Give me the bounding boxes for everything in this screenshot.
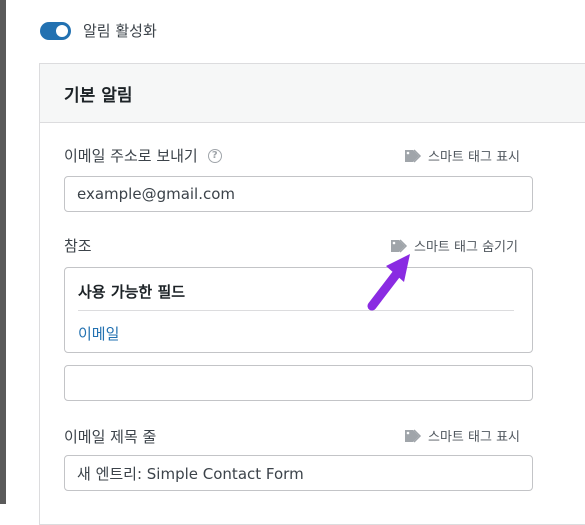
notifications-toggle[interactable] bbox=[40, 21, 71, 40]
show-smart-tags-link[interactable]: 스마트 태그 표시 bbox=[404, 426, 520, 445]
toggle-knob bbox=[56, 24, 68, 37]
show-smart-tags-label: 스마트 태그 표시 bbox=[428, 150, 520, 165]
panel-title: 기본 알림 bbox=[64, 85, 133, 106]
subject-input[interactable]: 새 엔트리: Simple Contact Form bbox=[64, 455, 533, 491]
smart-tag-item-email[interactable]: 이메일 bbox=[78, 323, 119, 344]
email-to-value: example@gmail.com bbox=[77, 185, 236, 203]
tag-icon bbox=[405, 148, 422, 163]
divider bbox=[78, 310, 514, 311]
smart-tags-title: 사용 가능한 필드 bbox=[78, 283, 186, 301]
cc-label: 참조 bbox=[64, 237, 92, 255]
cc-input[interactable] bbox=[64, 365, 533, 401]
hide-smart-tags-label: 스마트 태그 숨기기 bbox=[414, 240, 518, 255]
tag-icon bbox=[405, 428, 422, 443]
smart-tags-dropdown: 사용 가능한 필드 이메일 bbox=[64, 267, 533, 353]
subject-label-row: 이메일 제목 줄 bbox=[64, 426, 156, 447]
email-to-label: 이메일 주소로 보내기 bbox=[64, 147, 198, 165]
show-smart-tags-link[interactable]: 스마트 태그 표시 bbox=[404, 146, 520, 165]
left-edge-bar bbox=[0, 0, 6, 504]
help-icon[interactable]: ? bbox=[207, 148, 222, 163]
notifications-toggle-row: 알림 활성화 bbox=[40, 20, 157, 41]
panel-header: 기본 알림 bbox=[40, 64, 585, 123]
show-smart-tags-label: 스마트 태그 표시 bbox=[428, 430, 520, 445]
toggle-label: 알림 활성화 bbox=[83, 22, 157, 40]
arrow-pointer-icon bbox=[367, 254, 410, 311]
email-to-label-row: 이메일 주소로 보내기 ? bbox=[64, 145, 222, 166]
subject-value: 새 엔트리: Simple Contact Form bbox=[77, 464, 304, 483]
cc-label-row: 참조 bbox=[64, 235, 92, 256]
notification-panel: 기본 알림 이메일 주소로 보내기 ? 스마트 태그 표시 example@gm… bbox=[39, 63, 585, 525]
subject-label: 이메일 제목 줄 bbox=[64, 428, 157, 446]
email-to-input[interactable]: example@gmail.com bbox=[64, 176, 533, 212]
